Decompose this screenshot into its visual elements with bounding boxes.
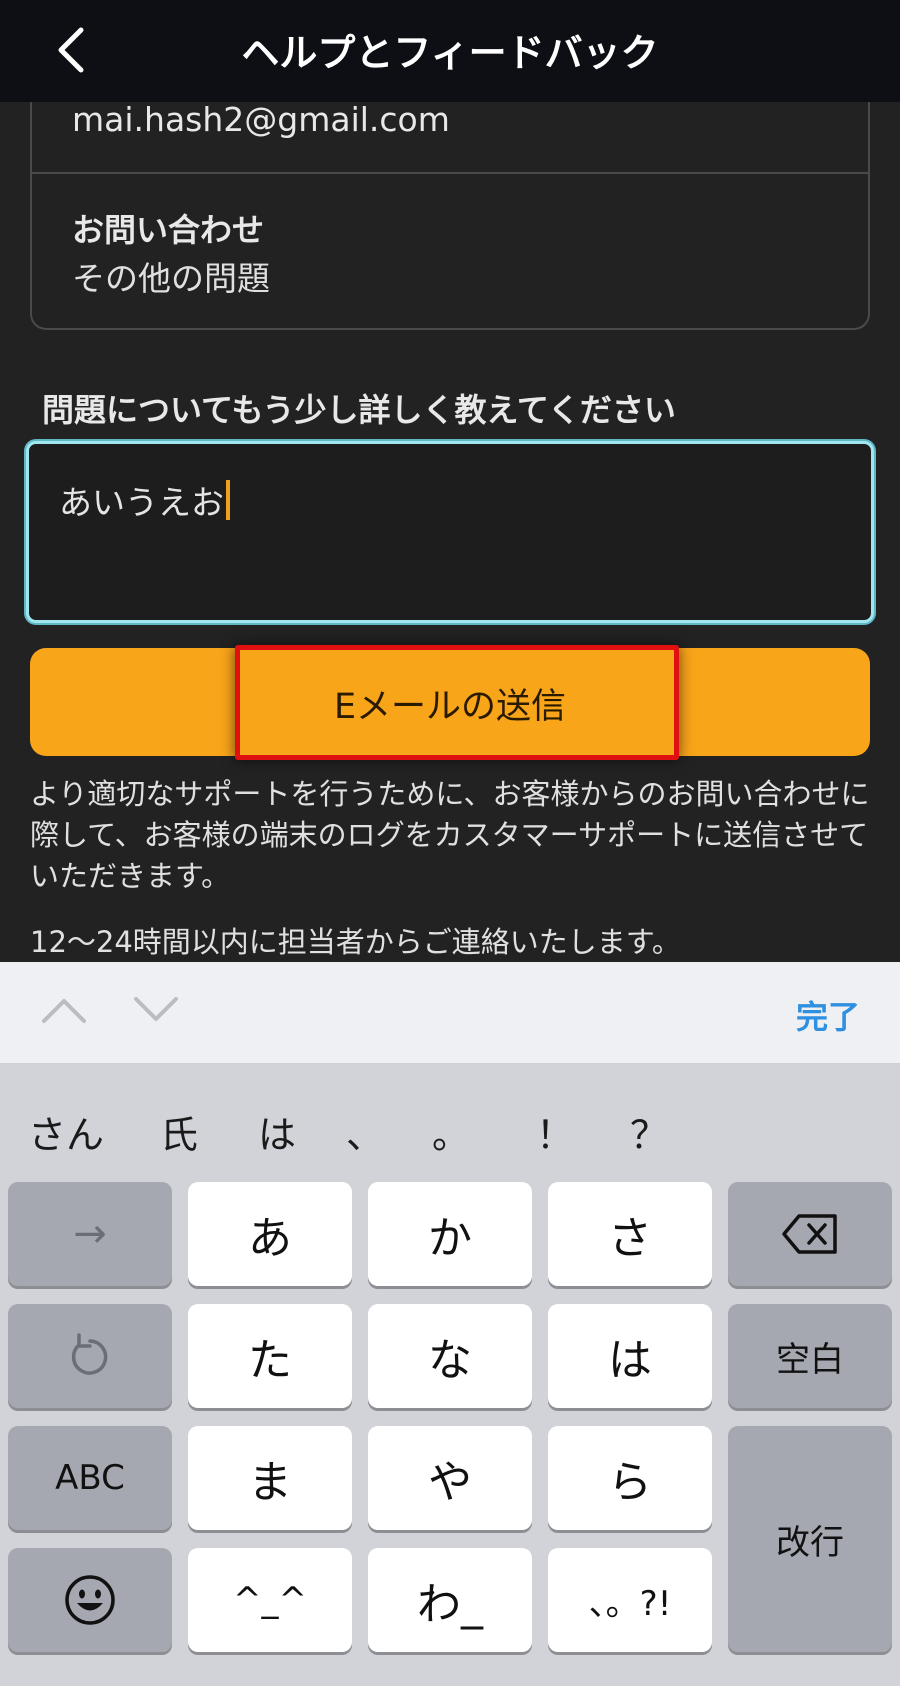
key-kaomoji[interactable]: ^_^ <box>188 1548 352 1652</box>
chevron-up-icon <box>42 999 86 1023</box>
key-ra[interactable]: ら <box>548 1426 712 1530</box>
key-punctuation[interactable]: 、。?! <box>548 1548 712 1652</box>
key-ya[interactable]: や <box>368 1426 532 1530</box>
next-field-button[interactable] <box>128 990 184 1030</box>
emoji-icon <box>65 1575 115 1625</box>
card-divider <box>32 172 868 174</box>
email-address: mai.hash2@gmail.com <box>72 100 450 139</box>
details-label: 問題についてもう少し詳しく教えてください <box>42 391 676 429</box>
done-button[interactable]: 完了 <box>796 992 860 1038</box>
key-wa[interactable]: わ_ <box>368 1548 532 1652</box>
suggestion-item[interactable]: 。 <box>432 1104 470 1159</box>
key-ha[interactable]: は <box>548 1304 712 1408</box>
key-na[interactable]: な <box>368 1304 532 1408</box>
details-text: あいうえお <box>59 483 224 522</box>
suggestion-item[interactable]: 、 <box>346 1104 384 1159</box>
keyboard-toolbar: 完了 <box>0 962 900 1064</box>
suggestion-item[interactable]: ！ <box>536 1104 574 1159</box>
response-notice: 12〜24時間以内に担当者からご連絡いたします。 <box>30 925 681 959</box>
chevron-down-icon <box>134 997 178 1021</box>
suggestion-bar: さん 氏 は 、 。 ！ ？ <box>0 1064 900 1174</box>
suggestion-item[interactable]: ？ <box>630 1104 668 1159</box>
undo-icon <box>71 1333 108 1375</box>
suggestion-item[interactable]: は <box>258 1104 296 1159</box>
inquiry-value[interactable]: その他の問題 <box>72 252 270 300</box>
suggestion-item[interactable]: 氏 <box>160 1104 198 1159</box>
suggestion-item[interactable]: さん <box>28 1104 104 1159</box>
enter-key[interactable]: 改行 <box>728 1426 892 1652</box>
delete-key[interactable] <box>728 1182 892 1286</box>
text-caret <box>226 480 230 520</box>
top-bar: ヘルプとフィードバック <box>0 0 900 102</box>
key-a[interactable]: あ <box>188 1182 352 1286</box>
key-sa[interactable]: さ <box>548 1182 712 1286</box>
cursor-right-key[interactable]: → <box>8 1182 172 1286</box>
space-key[interactable]: 空白 <box>728 1304 892 1408</box>
log-notice: より適切なサポートを行うために、お客様からのお問い合わせに際して、お客様の端末の… <box>30 777 870 893</box>
key-ka[interactable]: か <box>368 1182 532 1286</box>
previous-field-button[interactable] <box>36 990 92 1030</box>
page-title: ヘルプとフィードバック <box>241 31 659 75</box>
details-textarea[interactable]: あいうえお <box>26 441 874 623</box>
highlight-box <box>235 645 679 760</box>
backspace-icon <box>782 1214 837 1254</box>
undo-key[interactable] <box>8 1304 172 1408</box>
arrow-right-icon: → <box>73 1211 107 1257</box>
japanese-keyboard: さん 氏 は 、 。 ！ ？ → あ か さ た な は 空白 ABC ま や … <box>0 1064 900 1686</box>
key-ta[interactable]: た <box>188 1304 352 1408</box>
inquiry-label: お問い合わせ <box>72 211 265 249</box>
abc-key[interactable]: ABC <box>8 1426 172 1530</box>
key-ma[interactable]: ま <box>188 1426 352 1530</box>
emoji-key[interactable] <box>8 1548 172 1652</box>
